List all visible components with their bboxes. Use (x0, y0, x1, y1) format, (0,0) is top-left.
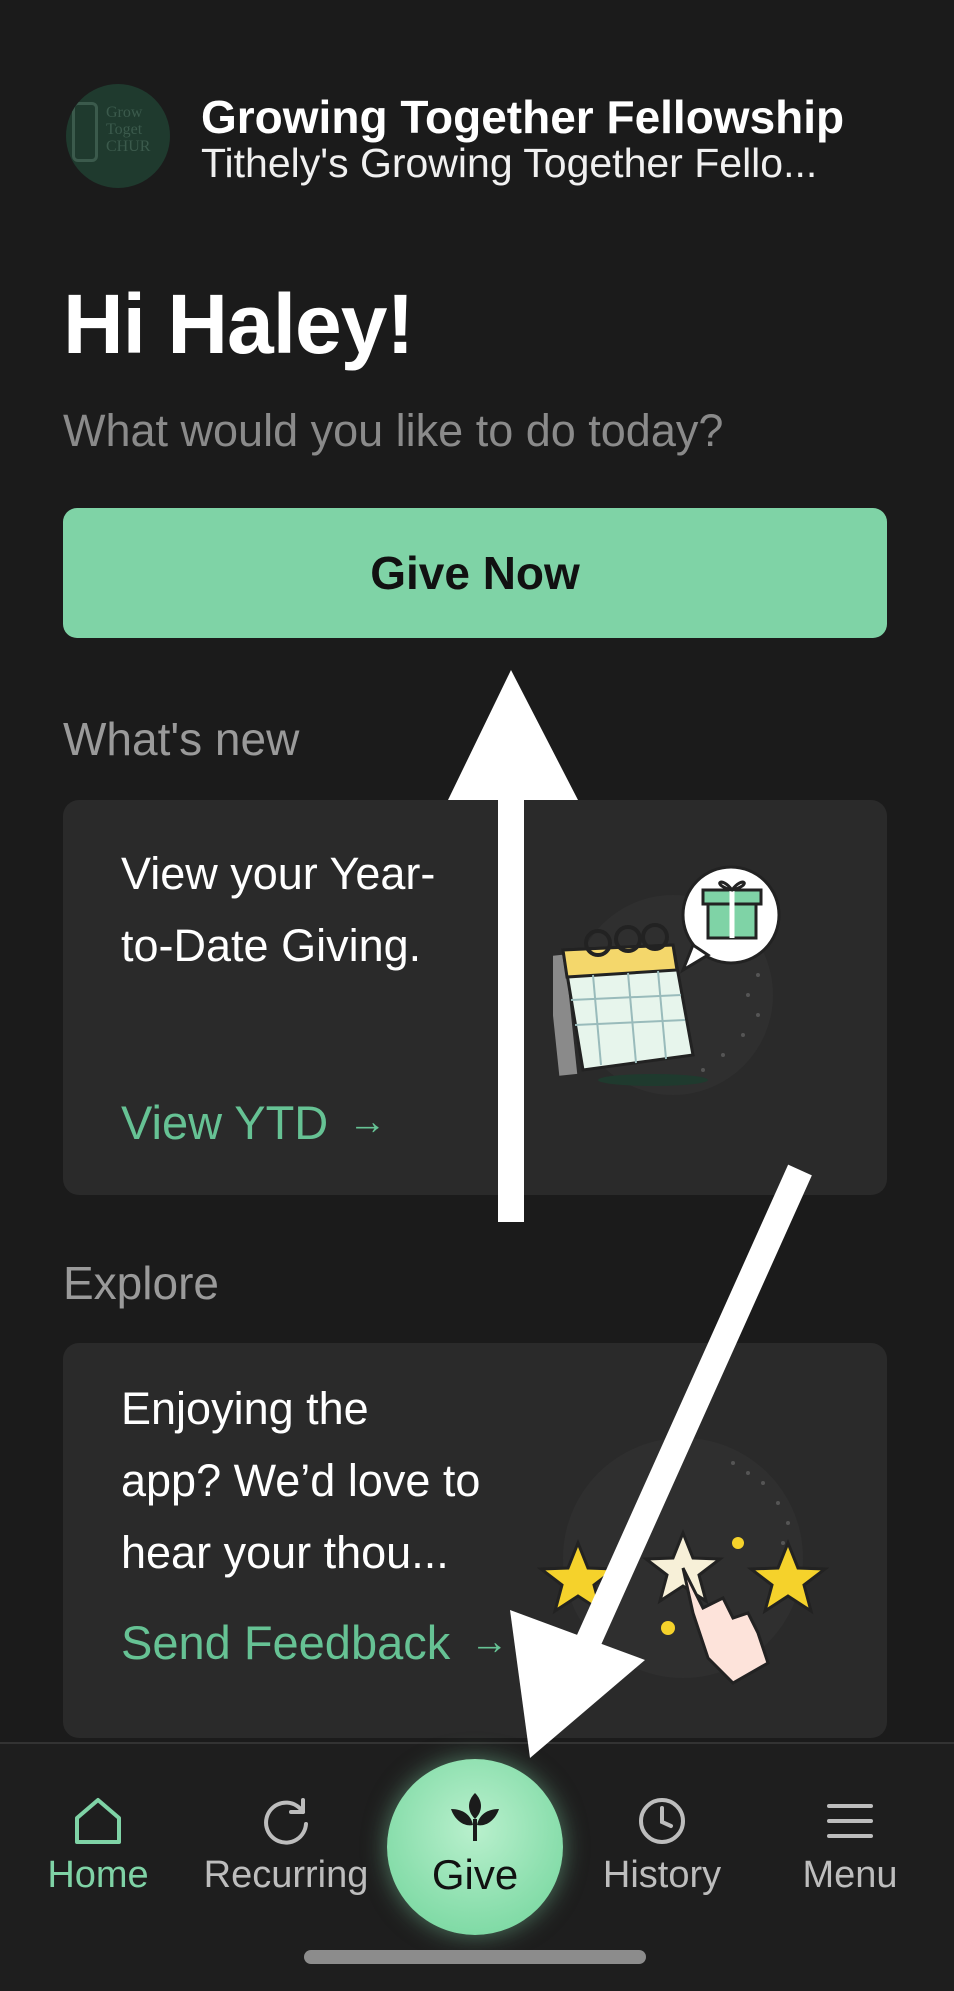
calendar-gift-illustration (553, 865, 781, 1095)
feedback-card[interactable]: Enjoying the app? We’d love to hear your… (63, 1343, 887, 1738)
give-tab-label: Give (431, 1851, 519, 1898)
send-feedback-label: Send Feedback (121, 1616, 451, 1669)
stars-rating-illustration (536, 1438, 830, 1685)
home-indicator (304, 1950, 646, 1964)
tab-menu-label: Menu (802, 1854, 898, 1896)
tab-menu[interactable]: Menu (755, 1744, 945, 1896)
tab-home-label: Home (47, 1854, 149, 1896)
feedback-card-line2: app? We’d love to (121, 1455, 481, 1506)
ytd-card-title-line2: to-Date Giving. (121, 920, 422, 971)
tab-recurring-label: Recurring (203, 1854, 369, 1896)
tab-recurring[interactable]: Recurring (191, 1744, 381, 1896)
church-logo: Grow Toget CHUR (66, 84, 170, 188)
greeting: Hi Haley! (63, 277, 414, 371)
logo-mark-icon (72, 102, 98, 162)
logo-text: Grow Toget CHUR (106, 104, 151, 155)
feedback-card-line3: hear your thou... (121, 1527, 449, 1578)
prompt-text: What would you like to do today? (63, 405, 724, 456)
feedback-card-line1: Enjoying the (121, 1383, 369, 1434)
org-subtitle: Tithely's Growing Together Fello... (201, 140, 818, 186)
tab-history-label: History (602, 1854, 722, 1896)
org-header[interactable]: Grow Toget CHUR Growing Together Fellows… (66, 84, 896, 188)
ytd-card[interactable]: View your Year- to-Date Giving. View YTD… (63, 800, 887, 1195)
view-ytd-label: View YTD (121, 1096, 329, 1149)
sprout-icon (451, 1793, 499, 1841)
tab-history[interactable]: History (567, 1744, 757, 1896)
org-name: Growing Together Fellowship (201, 91, 845, 143)
whats-new-title: What's new (63, 713, 300, 765)
view-ytd-link[interactable]: View YTD → (121, 1095, 386, 1150)
tab-home[interactable]: Home (3, 1744, 193, 1896)
hamburger-menu-icon (827, 1804, 873, 1838)
give-tab-button[interactable]: Give (387, 1759, 563, 1935)
clock-icon (639, 1798, 685, 1844)
arrow-right-icon: → (470, 1621, 509, 1663)
refresh-icon (264, 1798, 308, 1845)
give-now-button[interactable]: Give Now (63, 508, 887, 638)
send-feedback-link[interactable]: Send Feedback → (121, 1615, 508, 1670)
explore-title: Explore (63, 1257, 219, 1309)
arrow-right-icon: → (348, 1101, 387, 1143)
ytd-card-title-line1: View your Year- (121, 848, 436, 899)
home-icon (75, 1798, 121, 1844)
